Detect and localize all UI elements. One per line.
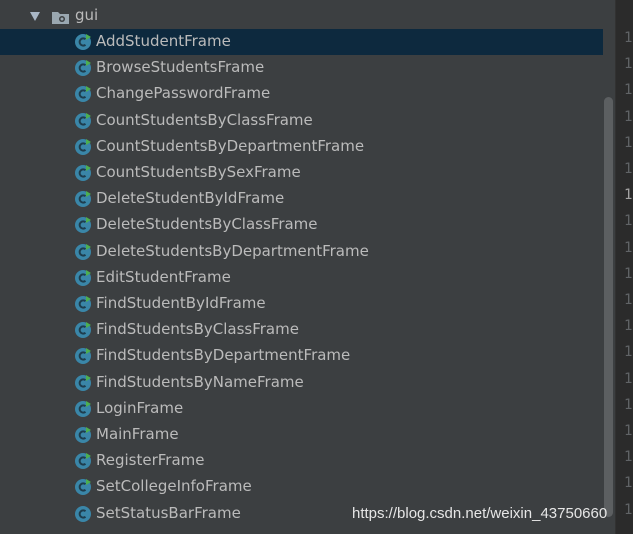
- java-class-icon: [75, 86, 91, 103]
- tree-item-label: DeleteStudentsByDepartmentFrame: [96, 241, 369, 260]
- line-number: 1: [624, 56, 633, 73]
- folder-label: gui: [75, 6, 99, 24]
- line-number: 1: [624, 292, 633, 308]
- tree-item[interactable]: ChangePasswordFrame: [0, 81, 615, 107]
- tree-item-label: FindStudentsByDepartmentFrame: [96, 346, 351, 365]
- tree-item[interactable]: SetCollegeInfoFrame: [0, 474, 615, 500]
- tree-item[interactable]: FindStudentsByDepartmentFrame: [0, 343, 615, 369]
- tree-item[interactable]: FindStudentsByClassFrame: [0, 317, 615, 343]
- chevron-down-icon[interactable]: [30, 12, 40, 21]
- java-class-icon: [75, 374, 91, 391]
- line-number: 1: [624, 344, 633, 361]
- tree-item[interactable]: CountStudentsByClassFrame: [0, 108, 615, 134]
- tree-item-label: CountStudentsByClassFrame: [96, 110, 313, 129]
- java-class-icon: [75, 427, 91, 443]
- line-number: 1: [624, 30, 633, 46]
- tree-item-label: SetStatusBarFrame: [96, 503, 241, 522]
- java-class-icon: [75, 243, 91, 260]
- java-class-icon: [75, 269, 91, 286]
- tree-item[interactable]: DeleteStudentsByDepartmentFrame: [0, 239, 615, 265]
- line-number: 1: [624, 318, 633, 335]
- tree-item-label: LoginFrame: [96, 398, 184, 417]
- editor-gutter: 1 1 1 1 1 1 1 1 1 1 1 1 1 1 1 1 1 1 1: [615, 0, 633, 534]
- tree-item[interactable]: CountStudentsByDepartmentFrame: [0, 134, 615, 160]
- line-number: 1: [624, 396, 633, 413]
- line-number: 1: [624, 449, 633, 466]
- tree-item-label: MainFrame: [96, 425, 179, 443]
- java-class-icon: [75, 112, 91, 129]
- line-number: 1: [624, 187, 633, 204]
- tree-item[interactable]: AddStudentFrame: [0, 29, 615, 55]
- java-class-icon: [75, 191, 91, 208]
- line-number: 1: [624, 134, 633, 151]
- tree-item[interactable]: RegisterFrame: [0, 448, 615, 474]
- line-number: 1: [624, 423, 633, 439]
- java-class-icon: [75, 217, 91, 234]
- tree-item[interactable]: LoginFrame: [0, 396, 615, 422]
- tree-item-label: CountStudentsBySexFrame: [96, 163, 301, 181]
- line-number: 1: [624, 161, 633, 177]
- java-class-icon: [75, 60, 91, 77]
- folder-icon: [52, 12, 69, 24]
- java-class-icon: [75, 453, 91, 470]
- java-class-icon: [75, 296, 91, 312]
- scrollbar-thumb[interactable]: [604, 97, 613, 517]
- line-number: 1: [624, 108, 633, 125]
- line-number: 1: [624, 82, 633, 99]
- tree-item-label: EditStudentFrame: [96, 267, 231, 286]
- tree-item[interactable]: DeleteStudentsByClassFrame: [0, 212, 615, 238]
- tree-folder-gui[interactable]: gui: [0, 4, 615, 28]
- tree-item-label: CountStudentsByDepartmentFrame: [96, 136, 365, 155]
- tree-item-label: FindStudentsByNameFrame: [96, 372, 304, 391]
- line-number: 1: [624, 501, 633, 518]
- java-class-icon: [75, 400, 91, 417]
- line-number: 1: [624, 265, 633, 282]
- line-number: 1: [624, 239, 633, 256]
- tree-item-label: FindStudentByIdFrame: [96, 294, 266, 312]
- tree-item-label: ChangePasswordFrame: [96, 84, 271, 103]
- line-number: 1: [624, 370, 633, 387]
- java-class-icon: [75, 505, 91, 522]
- tree-item[interactable]: DeleteStudentByIdFrame: [0, 186, 615, 212]
- java-class-icon: [75, 322, 91, 339]
- tree-item-label: DeleteStudentByIdFrame: [96, 189, 285, 208]
- tree-item-label: FindStudentsByClassFrame: [96, 320, 299, 339]
- tree-item-label: RegisterFrame: [96, 451, 205, 470]
- tree-item[interactable]: EditStudentFrame: [0, 265, 615, 291]
- tree-item[interactable]: FindStudentByIdFrame: [0, 291, 615, 317]
- tree-item-label: AddStudentFrame: [96, 32, 231, 50]
- java-class-icon: [75, 138, 91, 155]
- project-tree: gui AddStudentFrame BrowseStudentsFrame Ch…: [0, 0, 615, 534]
- java-class-icon: [75, 479, 91, 496]
- line-number: 1: [624, 475, 633, 492]
- tree-item[interactable]: MainFrame: [0, 422, 615, 448]
- tree-item[interactable]: CountStudentsBySexFrame: [0, 160, 615, 186]
- tree-item[interactable]: BrowseStudentsFrame: [0, 55, 615, 81]
- java-class-icon: [75, 165, 91, 181]
- java-class-icon: [75, 348, 91, 365]
- java-class-icon: [75, 34, 91, 50]
- tree-item[interactable]: FindStudentsByNameFrame: [0, 370, 615, 396]
- tree-item-label: DeleteStudentsByClassFrame: [96, 215, 318, 234]
- tree-item-label: SetCollegeInfoFrame: [96, 477, 252, 496]
- tree-item-label: BrowseStudentsFrame: [96, 58, 265, 77]
- watermark: https://blog.csdn.net/weixin_43750660: [352, 505, 608, 522]
- line-number: 1: [624, 213, 633, 230]
